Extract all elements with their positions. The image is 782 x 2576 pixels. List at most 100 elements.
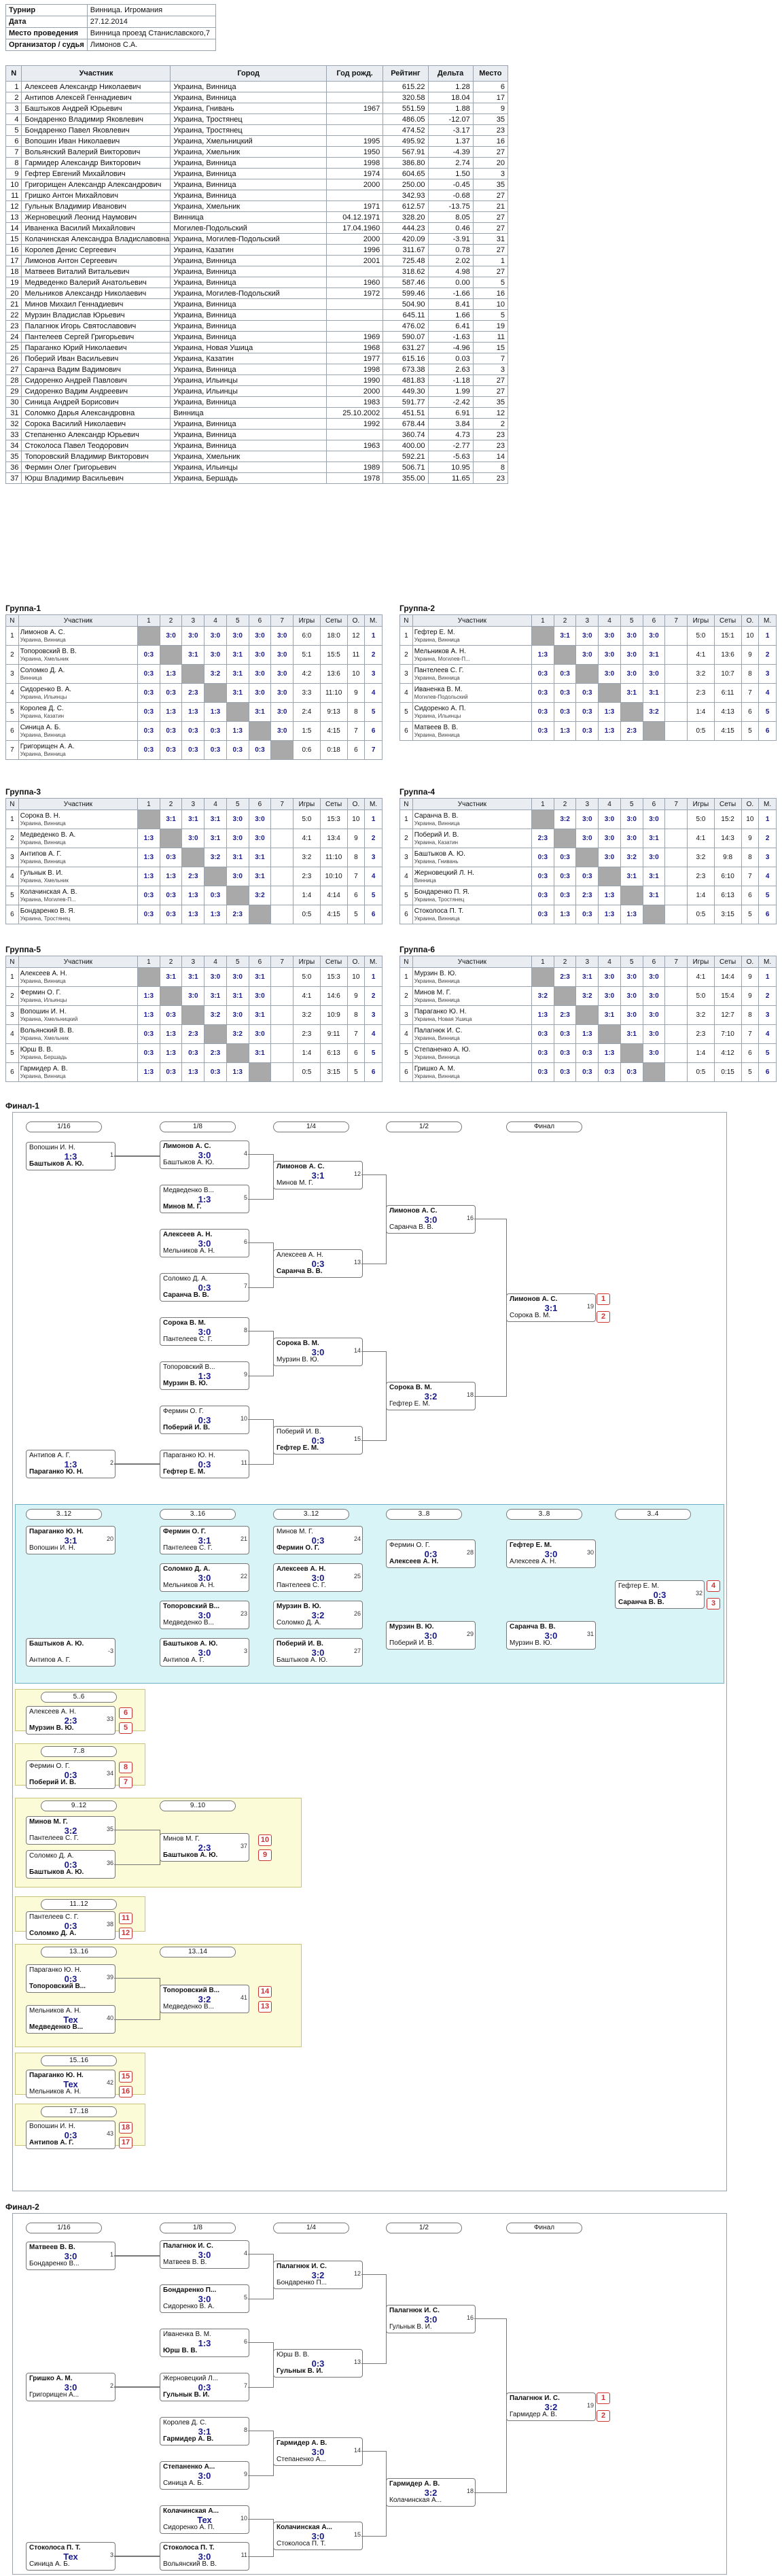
participant-cell: 27 [472, 266, 509, 277]
participant-row: 29 Сидоренко Вадим Андреевич Украина, Ильи… [5, 385, 509, 397]
participant-row: 30 Синица Андрей Борисович Украина, Винниц… [5, 396, 509, 408]
group-sets: 14:6 [319, 986, 348, 1006]
participant-cell: Винница [170, 211, 327, 223]
participant-cell: Украина, Бершадь [170, 472, 327, 484]
group-title: Группа-4 [399, 787, 436, 797]
match-player-2: Саранча В. В. [163, 1291, 209, 1299]
group-row-number: 3 [399, 848, 413, 867]
group-score-cell: 0:3 [575, 721, 599, 741]
match-number: 41 [240, 1994, 247, 2001]
player-city: Украина, Винница [20, 977, 66, 984]
participant-cell [325, 190, 384, 201]
group-games: 6:0 [293, 626, 321, 646]
participant-cell: -2.77 [427, 440, 474, 451]
participant-cell [325, 451, 384, 462]
group-score-cell: 3:0 [642, 967, 666, 987]
group-score-cell: 3:2 [531, 986, 554, 1006]
group-column-header: М. [758, 798, 777, 810]
participant-cell: 645.11 [383, 309, 429, 321]
group-score-cell: 0:3 [226, 740, 249, 760]
group-row-number: 1 [399, 626, 413, 646]
participant-cell: Украина, Винница [170, 418, 327, 430]
group-score-cell: 1:3 [598, 886, 621, 905]
participant-cell: 27 [472, 244, 509, 256]
participant-cell: 2000 [325, 179, 384, 190]
group-player-name: Мельников А. Н. Украина, Могилев-П... [412, 645, 533, 665]
bracket-match: Минов М. Г. 3:2 Пантелеев С. Г. 35 [26, 1816, 115, 1845]
participant-cell: Украина, Винница [170, 309, 327, 321]
group-score-cell [664, 867, 688, 886]
group-sets: 4:14 [319, 886, 348, 905]
group-score-cell: 3:0 [226, 829, 249, 848]
group-score-cell: 0:3 [575, 1062, 599, 1082]
group-place: 3 [364, 1005, 383, 1025]
group-score-cell: 0:3 [531, 683, 554, 703]
group-place: 4 [364, 1024, 383, 1044]
info-row: Место проведения Винница проезд Станислав… [5, 27, 217, 39]
group-player-name: Гульнык В. И. Украина, Хмельник [18, 867, 139, 886]
round-header: 3..8 [386, 1509, 462, 1520]
group-score-cell [664, 1043, 688, 1063]
participant-cell [325, 320, 384, 332]
participant-cell: -3.17 [427, 124, 474, 136]
participant-cell: Вольянский Валерий Викторович [21, 146, 171, 158]
group-score-cell [270, 740, 294, 760]
group-score-cell: 3:1 [248, 1043, 272, 1063]
group-games: 3:2 [293, 1005, 321, 1025]
group-points: 7 [741, 683, 760, 703]
player-name: Гульнык В. И. [20, 869, 63, 877]
group-title: Группа-3 [5, 787, 41, 797]
participant-cell [325, 429, 384, 440]
group-player-name: Антипов А. Г. Украина, Винница [18, 848, 139, 867]
match-number: 12 [353, 1170, 361, 1177]
group-score-cell [664, 886, 688, 905]
participant-cell: 28 [5, 375, 22, 386]
group-column-header: Участник [412, 798, 533, 810]
player-city: Украина, Винница [414, 915, 460, 922]
participant-cell: Бондаренко Владимир Яковлевич [21, 114, 171, 125]
group-score-cell [664, 810, 688, 829]
match-number: 16 [466, 1215, 474, 1221]
player-name: Параганко Ю. Н. [414, 1007, 467, 1015]
group-score-cell: 1:3 [553, 721, 577, 741]
player-city: Украина, Винница [20, 858, 66, 865]
match-number: 43 [106, 2130, 113, 2137]
group-row: 3 Вопошин И. Н. Украина, Хмельницкий 1:3 0:3… [5, 1005, 383, 1025]
match-number: 30 [586, 1549, 594, 1556]
participant-cell: 22 [5, 309, 22, 321]
group-score-cell [575, 664, 599, 684]
group-score-cell [159, 645, 183, 665]
match-number: 14 [353, 1347, 361, 1354]
group-points: 10 [741, 810, 760, 829]
player-city: Украина, Хмельник [20, 877, 69, 884]
group-column-header: N [399, 614, 413, 627]
bracket-match: Медведенко В... 1:3 Минов М. Г. 5 [160, 1185, 249, 1213]
group-sets: 10:7 [713, 664, 742, 684]
bracket-match: Гефтер Е. М. 3:0 Алексеев А. Н. 30 [506, 1539, 596, 1568]
group-column-header: Игры [293, 614, 321, 627]
group-column-header: Игры [293, 798, 321, 810]
participant-cell: -2.42 [427, 396, 474, 408]
participant-cell: Украина, Винница [170, 255, 327, 266]
player-city: Украина, Ильинцы [20, 996, 67, 1003]
participants-column-header: Место [472, 65, 509, 82]
group-place: 3 [364, 848, 383, 867]
group-games: 3:2 [687, 664, 715, 684]
participant-cell: Украина, Винница [170, 429, 327, 440]
group-score-cell [664, 986, 688, 1006]
participant-cell: 15 [5, 233, 22, 245]
group-header-row: N Участник 1 2 3 4 5 6 7 Игры Сеты О. М. [399, 956, 777, 968]
participant-row: 6 Вопошин Иван Николаевич Украина, Хмельни… [5, 135, 509, 147]
participant-cell: 1.37 [427, 135, 474, 147]
match-player-2: Матвеев В. В. [163, 2259, 207, 2266]
participant-cell: 1998 [325, 364, 384, 375]
match-player-2: Баштыков А. Ю. [29, 1868, 84, 1876]
group-games: 1:4 [687, 886, 715, 905]
participant-cell: Украина, Винница [170, 298, 327, 310]
group-score-cell: 1:3 [137, 1005, 160, 1025]
participant-cell: 0.00 [427, 277, 474, 288]
group-score-cell [204, 1024, 227, 1044]
group-column-header: 2 [553, 614, 577, 627]
group-sets: 3:15 [713, 905, 742, 924]
participant-cell: 30 [5, 396, 22, 408]
